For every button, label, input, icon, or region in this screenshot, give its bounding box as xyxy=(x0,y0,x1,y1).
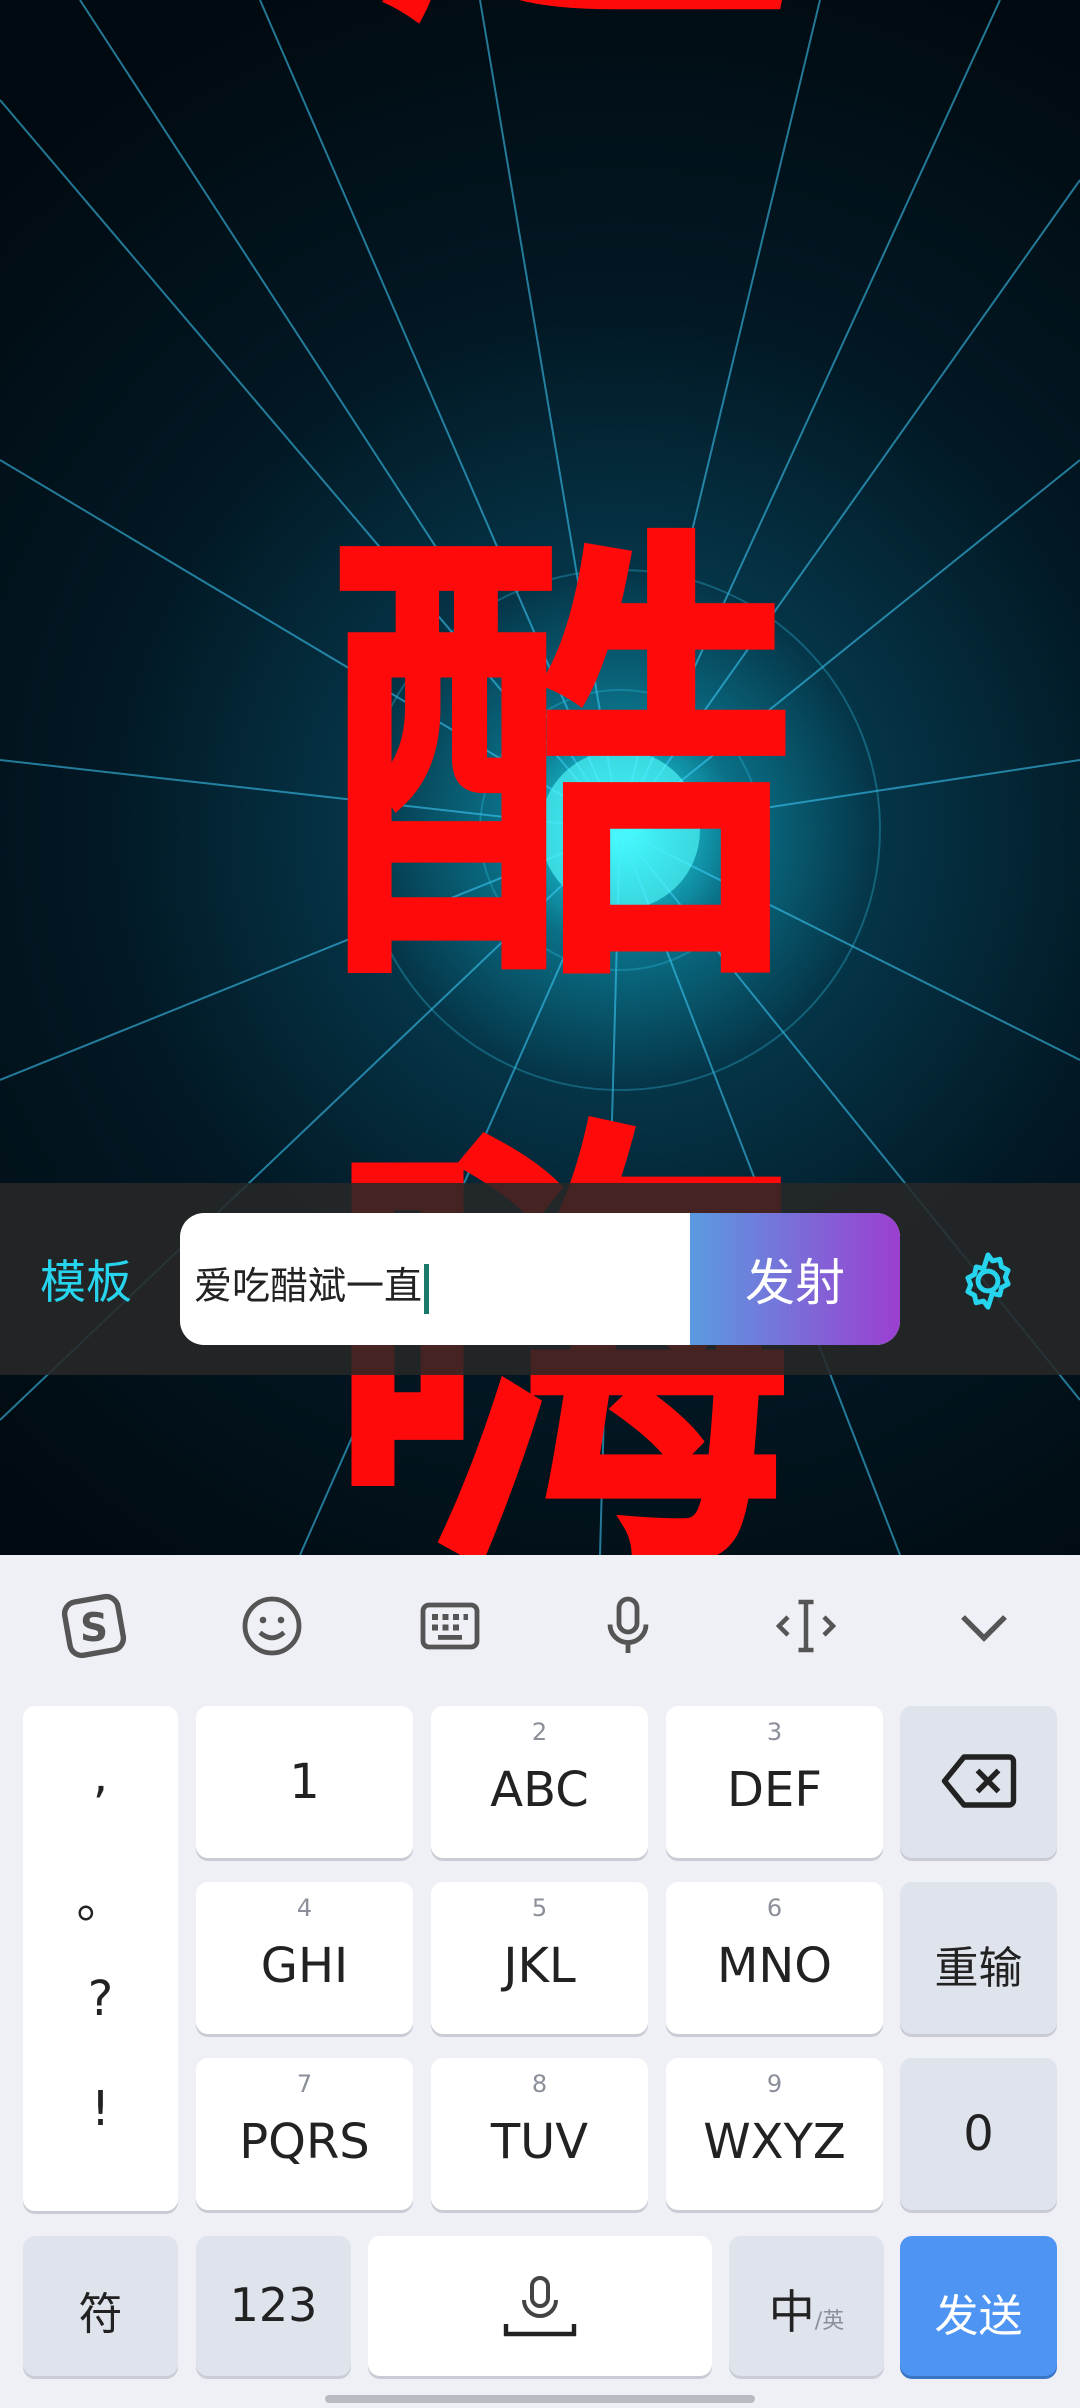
symbols-key[interactable]: 符 xyxy=(23,2236,178,2376)
video-char-1: 超 xyxy=(380,0,807,80)
home-indicator[interactable] xyxy=(325,2395,755,2403)
key-0[interactable]: 0 xyxy=(900,2058,1057,2210)
video-char-2: 酷 xyxy=(325,489,795,1041)
keyboard-icon[interactable] xyxy=(414,1590,486,1662)
punct-comma[interactable]: , xyxy=(23,1748,178,1804)
key-5-jkl[interactable]: 5 JKL xyxy=(431,1882,648,2034)
number-mode-key[interactable]: 123 xyxy=(196,2236,351,2376)
sogou-logo-icon[interactable]: S xyxy=(58,1590,130,1662)
lang-english: /英 xyxy=(814,2309,845,2334)
language-toggle-key[interactable]: 中/英 xyxy=(729,2236,884,2376)
key-6-mno[interactable]: 6 MNO xyxy=(666,1882,883,2034)
punct-exclaim[interactable]: ! xyxy=(23,2081,178,2137)
key-8-tuv[interactable]: 8 TUV xyxy=(431,2058,648,2210)
backspace-key[interactable] xyxy=(900,1706,1057,1858)
backspace-icon xyxy=(941,1754,1017,1808)
microphone-icon[interactable] xyxy=(592,1590,664,1662)
key-9-wxyz[interactable]: 9 WXYZ xyxy=(666,2058,883,2210)
key-3-def[interactable]: 3 DEF xyxy=(666,1706,883,1858)
cursor-icon[interactable] xyxy=(770,1590,842,1662)
reset-key[interactable]: 重输 xyxy=(900,1882,1057,2034)
key-1[interactable]: 1 xyxy=(196,1706,413,1858)
space-key[interactable] xyxy=(368,2236,712,2376)
text-caret xyxy=(424,1263,430,1314)
space-voice-icon xyxy=(503,2276,577,2337)
template-button[interactable]: 模板 xyxy=(40,1246,132,1312)
svg-text:S: S xyxy=(80,1606,108,1651)
lang-chinese: 中 xyxy=(768,2285,815,2339)
punct-period[interactable]: 。 xyxy=(23,1861,178,1931)
chevron-down-icon[interactable] xyxy=(948,1590,1020,1662)
punct-question[interactable]: ? xyxy=(23,1971,178,2027)
input-value: 爱吃醋斌一直 xyxy=(194,1264,423,1308)
send-key[interactable]: 发送 xyxy=(900,2236,1057,2376)
key-2-abc[interactable]: 2 ABC xyxy=(431,1706,648,1858)
key-7-pqrs[interactable]: 7 PQRS xyxy=(196,2058,413,2210)
gear-icon[interactable] xyxy=(955,1248,1021,1314)
punctuation-column: , 。 ? ! xyxy=(23,1706,178,2211)
key-4-ghi[interactable]: 4 GHI xyxy=(196,1882,413,2034)
fire-button[interactable]: 发射 xyxy=(690,1213,900,1345)
emoji-icon[interactable] xyxy=(236,1590,308,1662)
